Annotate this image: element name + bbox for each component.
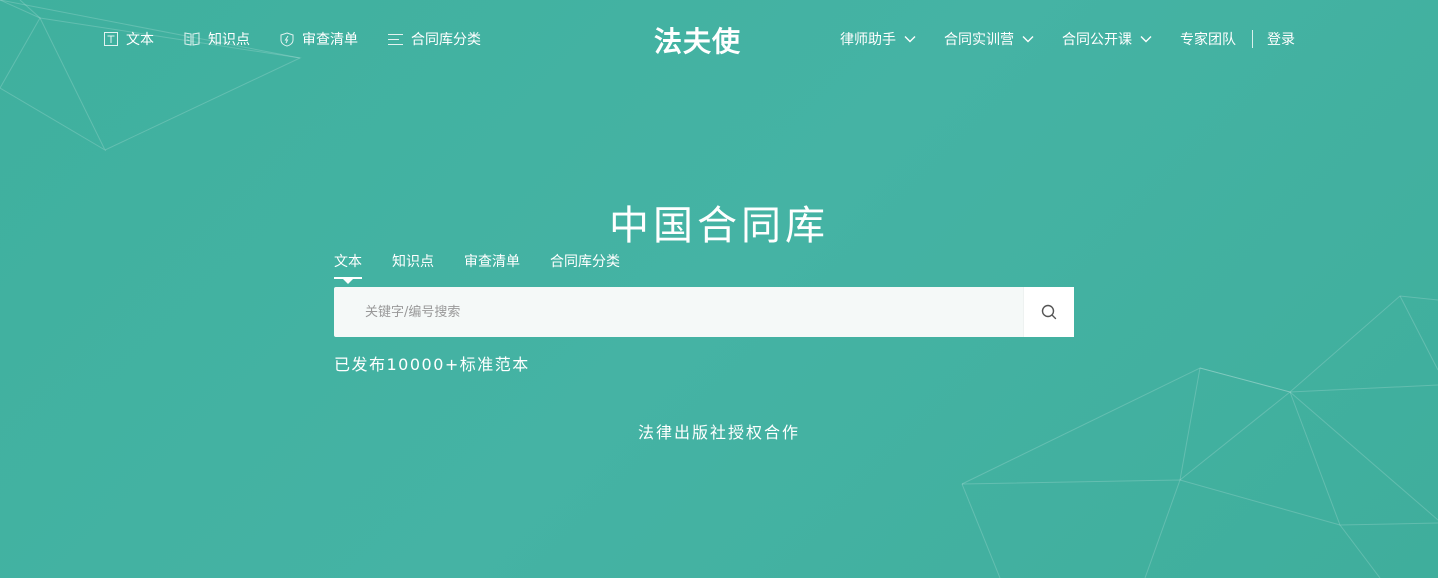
published-count-text: 已发布10000+标准范本 [334, 355, 530, 374]
search-tab-text[interactable]: 文本 [334, 251, 362, 284]
list-icon [388, 33, 403, 45]
nav-item-category-label: 合同库分类 [411, 32, 481, 48]
nav-item-category[interactable]: 合同库分类 [388, 29, 481, 49]
text-icon [104, 32, 118, 46]
search-icon [1041, 304, 1057, 320]
search-tabs: 文本 知识点 审查清单 合同库分类 [334, 251, 650, 284]
nav-contract-camp-label: 合同实训营 [944, 32, 1014, 48]
nav-contract-camp[interactable]: 合同实训营 [944, 29, 1034, 49]
nav-right-group: 律师助手 合同实训营 合同公开课 专家团队 登录 [840, 29, 1323, 49]
nav-item-review[interactable]: 审查清单 [280, 29, 358, 49]
site-logo[interactable]: 法夫使 [654, 20, 741, 60]
chevron-down-icon [1140, 36, 1152, 43]
nav-divider [1252, 30, 1253, 48]
login-link[interactable]: 登录 [1267, 29, 1295, 49]
login-label: 登录 [1267, 32, 1295, 48]
search-tab-review[interactable]: 审查清单 [464, 251, 520, 279]
chevron-down-icon [904, 36, 916, 43]
shield-icon [280, 31, 294, 47]
nav-lawyer-assistant-label: 律师助手 [840, 32, 896, 48]
chevron-down-icon [1022, 36, 1034, 43]
page-title: 中国合同库 [609, 202, 829, 249]
nav-lawyer-assistant[interactable]: 律师助手 [840, 29, 916, 49]
nav-open-course[interactable]: 合同公开课 [1062, 29, 1152, 49]
search-tab-knowledge[interactable]: 知识点 [392, 251, 434, 279]
nav-open-course-label: 合同公开课 [1062, 32, 1132, 48]
search-tab-category[interactable]: 合同库分类 [550, 251, 620, 279]
nav-item-text[interactable]: 文本 [104, 29, 154, 49]
nav-left-group: 文本 知识点 审查清单 合同库分类 [104, 29, 511, 49]
search-input[interactable] [334, 287, 1023, 337]
nav-expert-team[interactable]: 专家团队 [1180, 29, 1236, 49]
nav-item-review-label: 审查清单 [302, 32, 358, 48]
nav-item-knowledge[interactable]: 知识点 [184, 29, 250, 49]
cooperation-text: 法律出版社授权合作 [637, 423, 800, 442]
nav-expert-team-label: 专家团队 [1180, 32, 1236, 48]
search-box [334, 287, 1074, 337]
top-navigation: 文本 知识点 审查清单 合同库分类 法夫使 律师助手 合同实训营 合同公开课 专… [0, 0, 1438, 78]
book-icon [184, 32, 200, 46]
search-button[interactable] [1023, 287, 1074, 337]
nav-item-knowledge-label: 知识点 [208, 32, 250, 48]
nav-item-text-label: 文本 [126, 32, 154, 48]
